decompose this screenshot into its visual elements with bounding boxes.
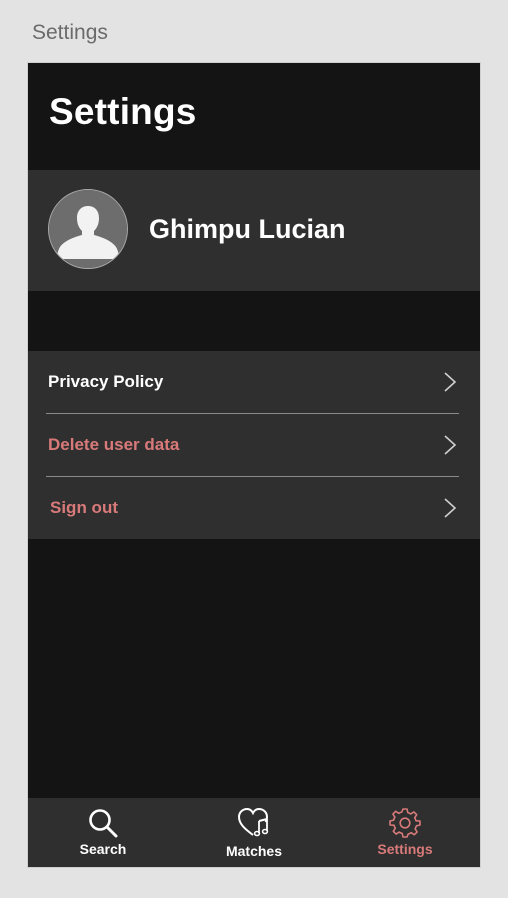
tab-settings[interactable]: Settings (330, 798, 480, 867)
profile-name: Ghimpu Lucian (149, 214, 346, 244)
sign-out-label: Sign out (50, 498, 118, 517)
chevron-right-icon (444, 498, 457, 518)
window-title: Settings (32, 21, 108, 44)
delete-user-data-item[interactable]: Delete user data (28, 414, 480, 476)
tab-settings-label: Settings (377, 841, 433, 857)
tab-search-label: Search (79, 841, 127, 857)
delete-user-data-label: Delete user data (48, 435, 180, 454)
profile-card[interactable]: Ghimpu Lucian (28, 170, 480, 291)
privacy-policy-item[interactable]: Privacy Policy (28, 351, 480, 413)
user-silhouette-icon (49, 190, 127, 268)
chevron-right-icon (444, 435, 457, 455)
page-title: Settings (49, 91, 197, 132)
privacy-policy-label: Privacy Policy (48, 372, 164, 391)
settings-menu: Privacy Policy Delete user data Sign out (28, 351, 480, 539)
avatar (48, 189, 128, 269)
gear-icon (389, 808, 421, 838)
tab-bar: Search Matches Settings (28, 798, 480, 867)
chevron-right-icon (444, 372, 457, 392)
tab-matches-label: Matches (225, 843, 283, 859)
magnifier-icon (89, 809, 118, 838)
app-screen: Settings Ghimpu Lucian Privacy Policy De… (27, 62, 481, 868)
heart-music-icon (237, 807, 269, 837)
sign-out-item[interactable]: Sign out (28, 477, 480, 539)
tab-search[interactable]: Search (28, 798, 178, 867)
tab-matches[interactable]: Matches (179, 798, 329, 867)
